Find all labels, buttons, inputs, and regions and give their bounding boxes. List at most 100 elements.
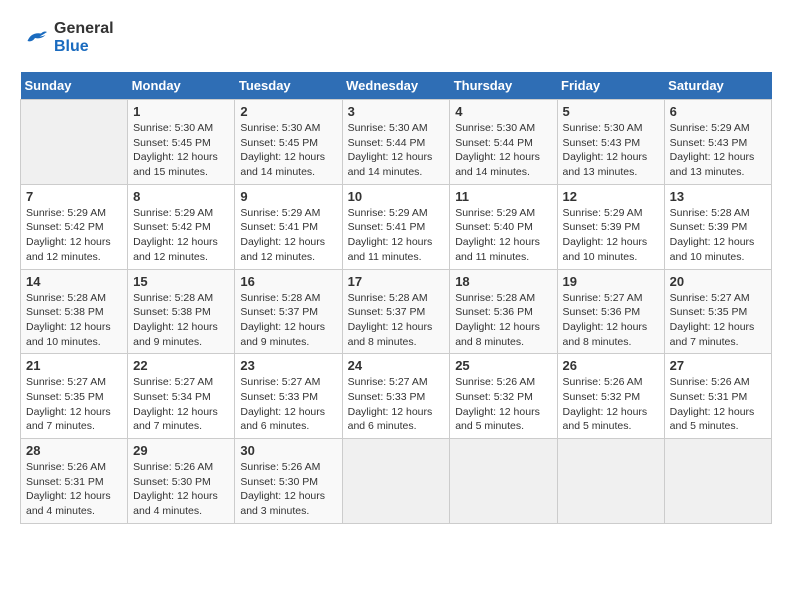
calendar-week-row: 21 Sunrise: 5:27 AM Sunset: 5:35 PM Dayli… (21, 354, 772, 439)
column-header-wednesday: Wednesday (342, 72, 450, 100)
day-number: 16 (240, 274, 336, 289)
calendar-cell: 5 Sunrise: 5:30 AM Sunset: 5:43 PM Daylig… (557, 100, 664, 185)
calendar-cell: 8 Sunrise: 5:29 AM Sunset: 5:42 PM Daylig… (128, 184, 235, 269)
day-info: Sunrise: 5:27 AM Sunset: 5:33 PM Dayligh… (348, 375, 445, 434)
day-info: Sunrise: 5:27 AM Sunset: 5:33 PM Dayligh… (240, 375, 336, 434)
day-info: Sunrise: 5:26 AM Sunset: 5:32 PM Dayligh… (455, 375, 551, 434)
page-header: General Blue (20, 20, 772, 56)
day-number: 14 (26, 274, 122, 289)
day-number: 21 (26, 358, 122, 373)
day-number: 13 (670, 189, 766, 204)
day-info: Sunrise: 5:28 AM Sunset: 5:39 PM Dayligh… (670, 206, 766, 265)
day-info: Sunrise: 5:26 AM Sunset: 5:32 PM Dayligh… (563, 375, 659, 434)
day-info: Sunrise: 5:30 AM Sunset: 5:44 PM Dayligh… (455, 121, 551, 180)
logo: General Blue (20, 20, 114, 56)
day-number: 15 (133, 274, 229, 289)
day-number: 26 (563, 358, 659, 373)
calendar-cell: 26 Sunrise: 5:26 AM Sunset: 5:32 PM Dayli… (557, 354, 664, 439)
day-info: Sunrise: 5:27 AM Sunset: 5:35 PM Dayligh… (670, 291, 766, 350)
day-number: 4 (455, 104, 551, 119)
day-number: 22 (133, 358, 229, 373)
day-info: Sunrise: 5:30 AM Sunset: 5:45 PM Dayligh… (240, 121, 336, 180)
day-info: Sunrise: 5:26 AM Sunset: 5:30 PM Dayligh… (133, 460, 229, 519)
calendar-cell: 17Sunrise: 5:28 AM Sunset: 5:37 PM Dayli… (342, 269, 450, 354)
calendar-cell (21, 100, 128, 185)
day-info: Sunrise: 5:29 AM Sunset: 5:40 PM Dayligh… (455, 206, 551, 265)
calendar-week-row: 1 Sunrise: 5:30 AM Sunset: 5:45 PM Daylig… (21, 100, 772, 185)
day-number: 7 (26, 189, 122, 204)
day-number: 8 (133, 189, 229, 204)
day-info: Sunrise: 5:28 AM Sunset: 5:36 PM Dayligh… (455, 291, 551, 350)
day-info: Sunrise: 5:30 AM Sunset: 5:43 PM Dayligh… (563, 121, 659, 180)
calendar-cell: 24Sunrise: 5:27 AM Sunset: 5:33 PM Dayli… (342, 354, 450, 439)
day-number: 1 (133, 104, 229, 119)
calendar-week-row: 28Sunrise: 5:26 AM Sunset: 5:31 PM Dayli… (21, 439, 772, 524)
day-number: 30 (240, 443, 336, 458)
day-number: 3 (348, 104, 445, 119)
day-info: Sunrise: 5:29 AM Sunset: 5:42 PM Dayligh… (133, 206, 229, 265)
day-number: 18 (455, 274, 551, 289)
day-info: Sunrise: 5:30 AM Sunset: 5:44 PM Dayligh… (348, 121, 445, 180)
calendar-cell: 27 Sunrise: 5:26 AM Sunset: 5:31 PM Dayli… (664, 354, 771, 439)
day-info: Sunrise: 5:27 AM Sunset: 5:36 PM Dayligh… (563, 291, 659, 350)
day-info: Sunrise: 5:27 AM Sunset: 5:35 PM Dayligh… (26, 375, 122, 434)
calendar-week-row: 14 Sunrise: 5:28 AM Sunset: 5:38 PM Dayli… (21, 269, 772, 354)
day-number: 6 (670, 104, 766, 119)
calendar-cell: 13 Sunrise: 5:28 AM Sunset: 5:39 PM Dayli… (664, 184, 771, 269)
calendar-cell: 3 Sunrise: 5:30 AM Sunset: 5:44 PM Daylig… (342, 100, 450, 185)
day-info: Sunrise: 5:28 AM Sunset: 5:38 PM Dayligh… (133, 291, 229, 350)
calendar-cell (664, 439, 771, 524)
day-number: 23 (240, 358, 336, 373)
day-number: 10 (348, 189, 445, 204)
day-number: 2 (240, 104, 336, 119)
calendar-cell: 30 Sunrise: 5:26 AM Sunset: 5:30 PM Dayli… (235, 439, 342, 524)
calendar-cell: 9Sunrise: 5:29 AM Sunset: 5:41 PM Daylig… (235, 184, 342, 269)
column-header-thursday: Thursday (450, 72, 557, 100)
day-info: Sunrise: 5:28 AM Sunset: 5:38 PM Dayligh… (26, 291, 122, 350)
calendar-cell: 18 Sunrise: 5:28 AM Sunset: 5:36 PM Dayli… (450, 269, 557, 354)
calendar-cell (557, 439, 664, 524)
calendar-cell: 21 Sunrise: 5:27 AM Sunset: 5:35 PM Dayli… (21, 354, 128, 439)
column-header-sunday: Sunday (21, 72, 128, 100)
day-number: 5 (563, 104, 659, 119)
calendar-table: SundayMondayTuesdayWednesdayThursdayFrid… (20, 72, 772, 524)
day-number: 27 (670, 358, 766, 373)
column-header-monday: Monday (128, 72, 235, 100)
calendar-cell: 22 Sunrise: 5:27 AM Sunset: 5:34 PM Dayli… (128, 354, 235, 439)
day-info: Sunrise: 5:29 AM Sunset: 5:41 PM Dayligh… (240, 206, 336, 265)
day-info: Sunrise: 5:28 AM Sunset: 5:37 PM Dayligh… (240, 291, 336, 350)
calendar-cell: 1 Sunrise: 5:30 AM Sunset: 5:45 PM Daylig… (128, 100, 235, 185)
day-info: Sunrise: 5:29 AM Sunset: 5:43 PM Dayligh… (670, 121, 766, 180)
calendar-cell: 19Sunrise: 5:27 AM Sunset: 5:36 PM Dayli… (557, 269, 664, 354)
calendar-cell: 15 Sunrise: 5:28 AM Sunset: 5:38 PM Dayli… (128, 269, 235, 354)
day-number: 20 (670, 274, 766, 289)
calendar-cell: 16 Sunrise: 5:28 AM Sunset: 5:37 PM Dayli… (235, 269, 342, 354)
calendar-cell: 2 Sunrise: 5:30 AM Sunset: 5:45 PM Daylig… (235, 100, 342, 185)
day-number: 28 (26, 443, 122, 458)
calendar-cell: 28Sunrise: 5:26 AM Sunset: 5:31 PM Dayli… (21, 439, 128, 524)
column-header-saturday: Saturday (664, 72, 771, 100)
logo-icon (20, 26, 50, 50)
day-info: Sunrise: 5:26 AM Sunset: 5:31 PM Dayligh… (670, 375, 766, 434)
calendar-cell: 7 Sunrise: 5:29 AM Sunset: 5:42 PM Daylig… (21, 184, 128, 269)
calendar-cell: 10Sunrise: 5:29 AM Sunset: 5:41 PM Dayli… (342, 184, 450, 269)
calendar-cell: 6 Sunrise: 5:29 AM Sunset: 5:43 PM Daylig… (664, 100, 771, 185)
day-number: 29 (133, 443, 229, 458)
day-info: Sunrise: 5:26 AM Sunset: 5:30 PM Dayligh… (240, 460, 336, 519)
logo-text: General Blue (54, 20, 114, 56)
day-info: Sunrise: 5:30 AM Sunset: 5:45 PM Dayligh… (133, 121, 229, 180)
day-info: Sunrise: 5:29 AM Sunset: 5:42 PM Dayligh… (26, 206, 122, 265)
calendar-week-row: 7 Sunrise: 5:29 AM Sunset: 5:42 PM Daylig… (21, 184, 772, 269)
day-number: 12 (563, 189, 659, 204)
day-info: Sunrise: 5:27 AM Sunset: 5:34 PM Dayligh… (133, 375, 229, 434)
calendar-cell (342, 439, 450, 524)
day-number: 25 (455, 358, 551, 373)
day-info: Sunrise: 5:28 AM Sunset: 5:37 PM Dayligh… (348, 291, 445, 350)
calendar-cell (450, 439, 557, 524)
column-header-friday: Friday (557, 72, 664, 100)
calendar-cell: 20 Sunrise: 5:27 AM Sunset: 5:35 PM Dayli… (664, 269, 771, 354)
calendar-cell: 14 Sunrise: 5:28 AM Sunset: 5:38 PM Dayli… (21, 269, 128, 354)
day-number: 11 (455, 189, 551, 204)
calendar-cell: 4 Sunrise: 5:30 AM Sunset: 5:44 PM Daylig… (450, 100, 557, 185)
calendar-cell: 29 Sunrise: 5:26 AM Sunset: 5:30 PM Dayli… (128, 439, 235, 524)
